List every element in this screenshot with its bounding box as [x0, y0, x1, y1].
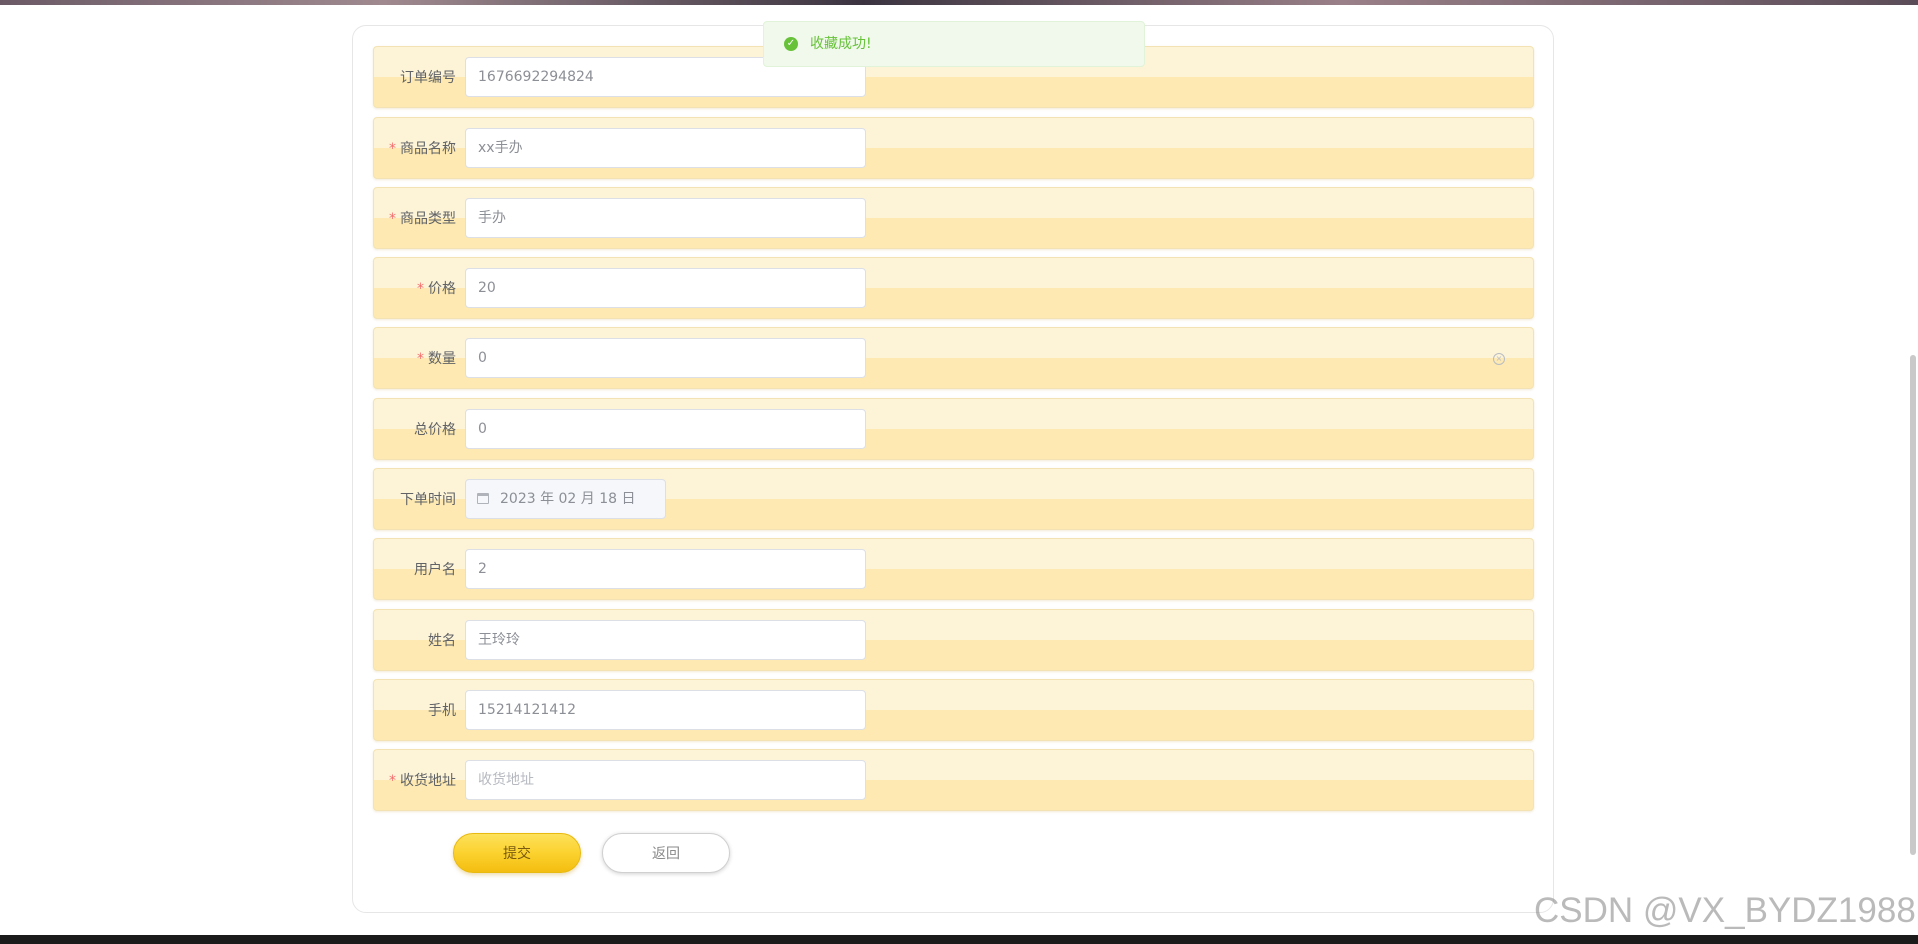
form-label: * 商品名称 — [374, 118, 456, 180]
scrollbar[interactable] — [1910, 355, 1916, 855]
form-row-quantity: * 数量 0 × — [373, 327, 1534, 389]
label-text: 收货地址 — [400, 773, 456, 789]
form-label: * 数量 — [374, 328, 456, 390]
phone-input[interactable]: 15214121412 — [465, 690, 866, 730]
top-background-strip — [0, 0, 1918, 5]
form-label: * 价格 — [374, 258, 456, 320]
label-text: 姓名 — [428, 633, 456, 649]
username-input[interactable]: 2 — [465, 549, 866, 589]
form-label: 手机 — [374, 680, 456, 742]
quantity-input[interactable]: 0 — [465, 338, 866, 378]
name-input[interactable]: 王玲玲 — [465, 620, 866, 660]
form-row-product-name: * 商品名称 xx手办 — [373, 117, 1534, 179]
order-date-picker[interactable]: 2023 年 02 月 18 日 — [465, 479, 666, 519]
form-row-address: * 收货地址 收货地址 — [373, 749, 1534, 811]
required-mark: * — [389, 773, 396, 789]
form-label: * 商品类型 — [374, 188, 456, 250]
label-text: 总价格 — [414, 422, 456, 438]
toast-message: 收藏成功! — [810, 36, 872, 52]
clear-circle-icon[interactable]: × — [1493, 353, 1505, 365]
price-input[interactable]: 20 — [465, 268, 866, 308]
product-name-input[interactable]: xx手办 — [465, 128, 866, 168]
total-price-input[interactable]: 0 — [465, 409, 866, 449]
form-row-total-price: 总价格 0 — [373, 398, 1534, 460]
required-mark: * — [389, 211, 396, 227]
required-mark: * — [417, 281, 424, 297]
label-text: 下单时间 — [400, 492, 456, 508]
form-row-username: 用户名 2 — [373, 538, 1534, 600]
success-toast: ✓ 收藏成功! — [763, 21, 1145, 67]
form-label: * 收货地址 — [374, 750, 456, 812]
address-input[interactable]: 收货地址 — [465, 760, 866, 800]
form-row-price: * 价格 20 — [373, 257, 1534, 319]
form-label: 总价格 — [374, 399, 456, 461]
form-row-product-type: * 商品类型 手办 — [373, 187, 1534, 249]
label-text: 商品名称 — [400, 141, 456, 157]
submit-button[interactable]: 提交 — [453, 833, 581, 873]
form-label: 下单时间 — [374, 469, 456, 531]
calendar-icon — [477, 493, 489, 504]
required-mark: * — [389, 141, 396, 157]
form-row-phone: 手机 15214121412 — [373, 679, 1534, 741]
form-label: 用户名 — [374, 539, 456, 601]
form-row-name: 姓名 王玲玲 — [373, 609, 1534, 671]
back-button[interactable]: 返回 — [602, 833, 730, 873]
form-row-order-time: 下单时间 2023 年 02 月 18 日 — [373, 468, 1534, 530]
watermark: CSDN @VX_BYDZ1988 — [1534, 891, 1916, 930]
check-circle-icon: ✓ — [784, 37, 798, 51]
order-date-value: 2023 年 02 月 18 日 — [500, 491, 636, 507]
label-text: 手机 — [428, 703, 456, 719]
form-label: 订单编号 — [374, 47, 456, 109]
form-label: 姓名 — [374, 610, 456, 672]
required-mark: * — [417, 351, 424, 367]
label-text: 用户名 — [414, 562, 456, 578]
label-text: 订单编号 — [400, 70, 456, 86]
product-type-input[interactable]: 手办 — [465, 198, 866, 238]
label-text: 商品类型 — [400, 211, 456, 227]
label-text: 价格 — [428, 281, 456, 297]
label-text: 数量 — [428, 351, 456, 367]
bottom-bar — [0, 935, 1918, 944]
